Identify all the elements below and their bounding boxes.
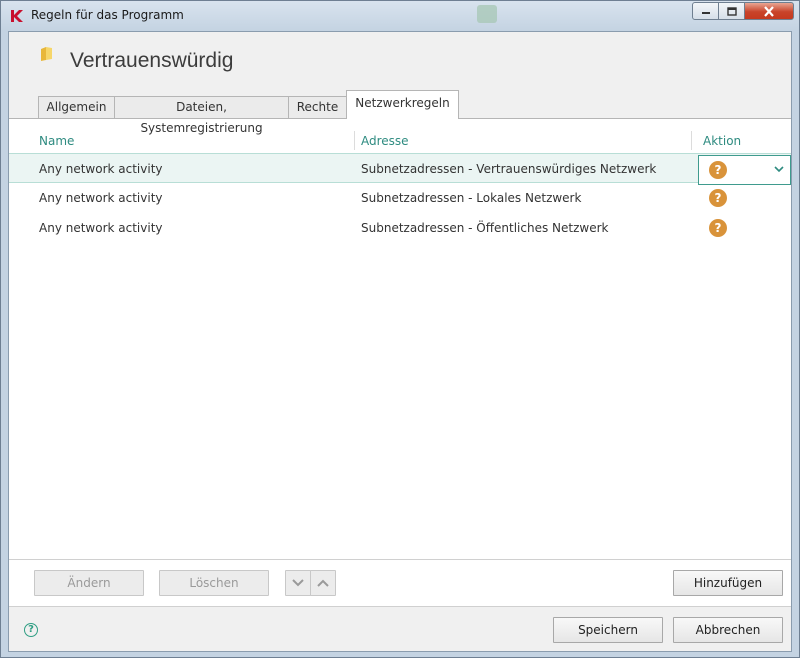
- tab-netzwerkregeln[interactable]: Netzwerkregeln: [346, 90, 459, 119]
- title-bar[interactable]: Regeln für das Programm: [1, 1, 799, 31]
- move-down-button[interactable]: [285, 570, 311, 596]
- column-header-name[interactable]: Name: [39, 134, 74, 148]
- tab-allgemein[interactable]: Allgemein: [38, 96, 115, 118]
- rule-address: Subnetzadressen - Lokales Netzwerk: [361, 191, 582, 205]
- delete-button[interactable]: Löschen: [159, 570, 269, 596]
- window-title: Regeln für das Programm: [31, 8, 184, 22]
- column-separator[interactable]: [691, 131, 692, 150]
- dialog-window: Regeln für das Programm Vertrauenswürdig…: [0, 0, 800, 658]
- table-row[interactable]: Any network activity Subnetzadressen - Ö…: [9, 213, 791, 243]
- list-divider: [9, 559, 791, 560]
- column-separator[interactable]: [354, 131, 355, 150]
- kaspersky-logo-icon: [11, 10, 23, 22]
- dialog-content: Vertrauenswürdig Allgemein Dateien, Syst…: [8, 31, 792, 652]
- minimize-icon: [701, 12, 710, 14]
- action-dropdown[interactable]: ?: [698, 155, 791, 185]
- question-icon[interactable]: ?: [709, 219, 727, 237]
- table-row[interactable]: Any network activity Subnetzadressen - V…: [9, 153, 791, 185]
- folder-icon: [41, 47, 52, 61]
- tab-rechte[interactable]: Rechte: [288, 96, 347, 118]
- table-row[interactable]: Any network activity Subnetzadressen - L…: [9, 183, 791, 213]
- chevron-up-icon: [317, 579, 329, 587]
- chevron-down-icon: [292, 579, 304, 587]
- taskbar-glow: [477, 5, 497, 23]
- edit-button[interactable]: Ändern: [34, 570, 144, 596]
- page-title: Vertrauenswürdig: [70, 49, 234, 72]
- maximize-icon: [726, 6, 737, 16]
- add-button[interactable]: Hinzufügen: [673, 570, 783, 596]
- question-icon[interactable]: ?: [709, 189, 727, 207]
- column-header-adresse[interactable]: Adresse: [361, 134, 409, 148]
- rule-name: Any network activity: [39, 191, 163, 205]
- close-button[interactable]: [744, 2, 794, 20]
- maximize-button[interactable]: [718, 2, 745, 20]
- help-icon[interactable]: ?: [24, 623, 38, 637]
- tab-dateien-systemregistrierung[interactable]: Dateien, Systemregistrierung: [114, 96, 289, 135]
- chevron-down-icon: [774, 166, 784, 173]
- close-icon: [764, 5, 774, 17]
- move-up-button[interactable]: [310, 570, 336, 596]
- rule-name: Any network activity: [39, 221, 163, 235]
- minimize-button[interactable]: [692, 2, 719, 20]
- rule-name: Any network activity: [39, 162, 163, 176]
- cancel-button[interactable]: Abbrechen: [673, 617, 783, 643]
- rule-address: Subnetzadressen - Vertrauenswürdiges Net…: [361, 162, 657, 176]
- rule-address: Subnetzadressen - Öffentliches Netzwerk: [361, 221, 609, 235]
- header-area: Vertrauenswürdig Allgemein Dateien, Syst…: [9, 32, 791, 135]
- column-header-aktion[interactable]: Aktion: [703, 134, 741, 148]
- dialog-footer: ? Speichern Abbrechen: [9, 606, 791, 651]
- question-icon: ?: [709, 161, 727, 179]
- save-button[interactable]: Speichern: [553, 617, 663, 643]
